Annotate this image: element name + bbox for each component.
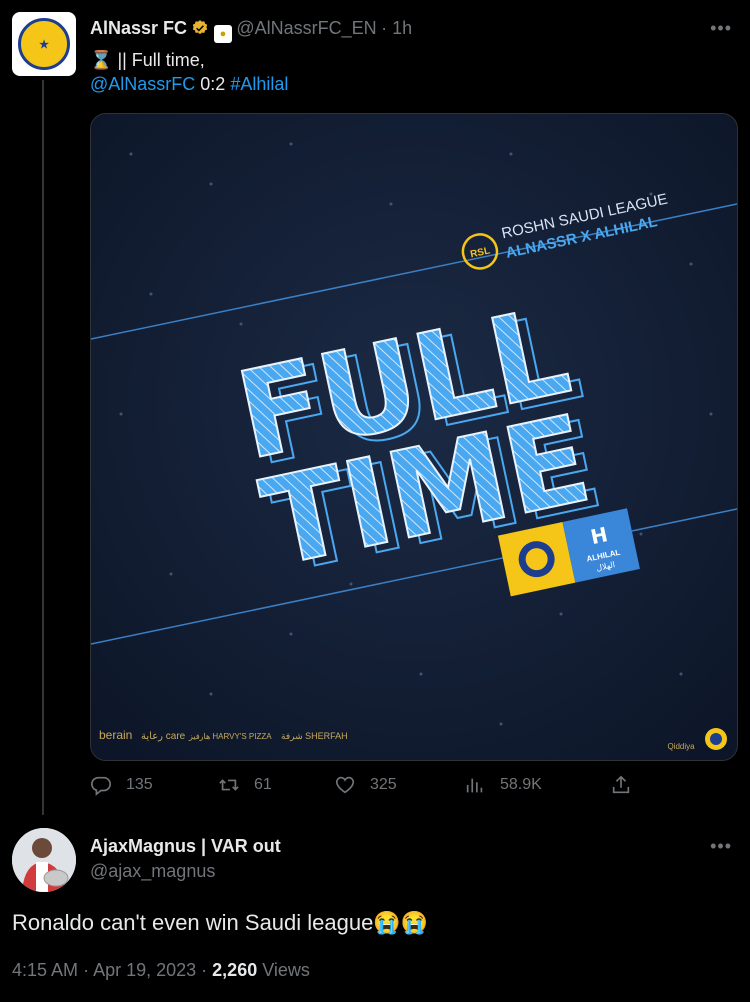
- more-icon[interactable]: •••: [710, 18, 732, 39]
- like-button[interactable]: 325: [334, 774, 397, 796]
- reply-more-icon[interactable]: •••: [710, 836, 732, 857]
- reply-button[interactable]: 135: [90, 774, 153, 796]
- author-handle[interactable]: @AlNassrFC_EN: [236, 18, 376, 38]
- club-crest-icon: ●: [213, 25, 232, 43]
- reply-header: AjaxMagnus | VAR out @ajax_magnus: [90, 836, 281, 882]
- retweet-button[interactable]: 61: [218, 774, 272, 796]
- reply-meta: 4:15 AM · Apr 19, 2023 · 2,260 Views: [12, 960, 310, 980]
- score-text: 0:2: [200, 74, 226, 94]
- sponsor-care: رعاية care: [141, 731, 186, 742]
- tweet-media[interactable]: RSL ROSHN SAUDI LEAGUE ALNASSR X ALHILAL…: [90, 113, 738, 761]
- ajaxmagnus-avatar[interactable]: [12, 828, 76, 892]
- reply-date[interactable]: Apr 19, 2023: [93, 960, 196, 980]
- like-count: 325: [370, 776, 397, 793]
- thread-connector: [42, 80, 44, 815]
- views-icon: [466, 778, 483, 793]
- reply-handle[interactable]: @ajax_magnus: [90, 861, 281, 882]
- tweet-time[interactable]: · 1h: [381, 18, 412, 38]
- club-logo-icon: ★: [18, 18, 70, 70]
- tweet-text: ⌛ || Full time, @AlNassrFC 0:2 #Alhilal: [90, 48, 288, 96]
- sponsor-harveys: هارفيز HARVY'S PIZZA: [188, 732, 272, 741]
- tweet-actions: 135 61 325 58.9K: [90, 774, 650, 804]
- full-time-poster: RSL ROSHN SAUDI LEAGUE ALNASSR X ALHILAL…: [91, 114, 737, 760]
- author-name[interactable]: AlNassr FC: [90, 18, 187, 38]
- mention-link[interactable]: @AlNassrFC: [90, 74, 195, 94]
- retweet-icon: [219, 779, 239, 791]
- tweet-header: AlNassr FC ● @AlNassrFC_EN · 1h: [90, 18, 412, 43]
- retweet-count: 61: [254, 776, 272, 793]
- sponsor-berain: berain: [99, 728, 132, 742]
- hourglass-icon: ⌛: [90, 50, 113, 70]
- sponsor-sherfah: شرفة SHERFAH: [281, 731, 348, 742]
- verified-badge-icon: [193, 20, 208, 35]
- views-count: 58.9K: [500, 776, 542, 793]
- alnassr-avatar[interactable]: ★: [12, 12, 76, 76]
- reply-views-count: 2,260: [212, 960, 258, 980]
- reply-time[interactable]: 4:15 AM: [12, 960, 78, 980]
- reply-count: 135: [126, 776, 153, 793]
- reply-author-name[interactable]: AjaxMagnus | VAR out: [90, 836, 281, 857]
- hashtag-link[interactable]: #Alhilal: [230, 74, 288, 94]
- reply-icon: [91, 776, 111, 796]
- views-button[interactable]: 58.9K: [464, 774, 542, 796]
- reply-views-label: Views: [262, 960, 310, 980]
- share-button[interactable]: [610, 774, 646, 796]
- reply-text: Ronaldo can't even win Saudi league😭😭: [12, 910, 429, 935]
- like-icon: [335, 776, 355, 794]
- avatar-photo: [12, 828, 76, 892]
- tweet-line-1: || Full time,: [117, 50, 205, 70]
- qiddiya-text: Qiddiya: [667, 742, 695, 751]
- share-icon: [612, 775, 630, 794]
